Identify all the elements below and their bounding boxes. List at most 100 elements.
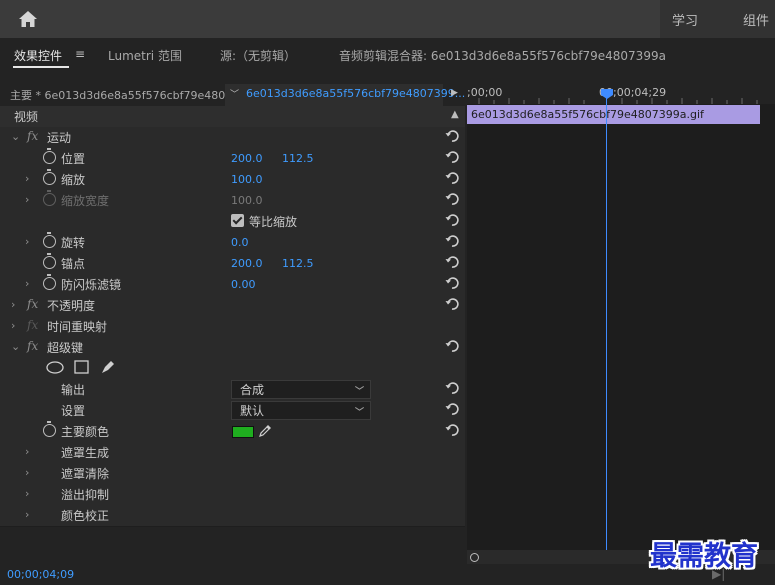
timeline-clip[interactable]: 6e013d3d6e8a55f576cbf79e4807399a.gif bbox=[467, 105, 760, 124]
effect-motion-label: 运动 bbox=[47, 131, 72, 145]
stopwatch-icon[interactable] bbox=[43, 274, 56, 290]
playhead-line[interactable] bbox=[606, 96, 607, 550]
setting-dropdown-value: 默认 bbox=[240, 404, 265, 418]
ruler-start-timecode: ;00;00 bbox=[467, 86, 503, 99]
chevron-right-icon[interactable]: › bbox=[25, 508, 35, 521]
param-scale-row: › 缩放 100.0 bbox=[0, 169, 465, 191]
chevron-down-icon[interactable]: ⌄ bbox=[11, 130, 21, 143]
key-color-swatch[interactable] bbox=[232, 426, 254, 438]
effect-opacity-row[interactable]: › fx 不透明度 bbox=[0, 295, 465, 317]
reset-icon[interactable] bbox=[445, 255, 459, 269]
effect-time-remap-row[interactable]: › fx 时间重映射 bbox=[0, 316, 465, 338]
chevron-right-icon[interactable]: › bbox=[25, 172, 35, 185]
reset-icon[interactable] bbox=[445, 402, 459, 416]
group-color-correction-row[interactable]: › 颜色校正 bbox=[0, 505, 465, 527]
stopwatch-icon[interactable] bbox=[43, 421, 56, 437]
group-spill-suppression-label: 溢出抑制 bbox=[61, 488, 110, 502]
position-y-value[interactable]: 112.5 bbox=[282, 152, 314, 165]
home-icon[interactable] bbox=[18, 10, 38, 28]
param-key-color-row: 主要颜色 bbox=[0, 421, 465, 443]
param-anchor-row: 锚点 200.0 112.5 bbox=[0, 253, 465, 275]
effect-motion-row[interactable]: ⌄ fx 运动 bbox=[0, 127, 465, 149]
rotation-value[interactable]: 0.0 bbox=[231, 236, 249, 249]
effect-ultra-key-row[interactable]: ⌄ fx 超级键 bbox=[0, 337, 465, 359]
reset-icon[interactable] bbox=[445, 381, 459, 395]
position-x-value[interactable]: 200.0 bbox=[231, 152, 263, 165]
tab-lumetri-scopes[interactable]: Lumetri 范围 bbox=[108, 47, 182, 64]
stopwatch-icon[interactable] bbox=[43, 253, 56, 269]
uniform-scale-label: 等比缩放 bbox=[249, 215, 298, 229]
chevron-right-icon[interactable]: › bbox=[25, 466, 35, 479]
group-spill-suppression-row[interactable]: › 溢出抑制 bbox=[0, 484, 465, 506]
reset-icon[interactable] bbox=[445, 339, 459, 353]
chevron-right-icon[interactable]: › bbox=[25, 445, 35, 458]
play-triangle-icon[interactable]: ▶ bbox=[451, 88, 458, 98]
workspace-assembly[interactable]: 组件 bbox=[743, 10, 769, 29]
param-rotation-label: 旋转 bbox=[61, 236, 86, 250]
param-setting-label: 设置 bbox=[61, 404, 86, 418]
current-timecode[interactable]: 00;00;04;09 bbox=[7, 568, 74, 581]
playhead-handle[interactable] bbox=[600, 88, 614, 100]
anchor-y-value[interactable]: 112.5 bbox=[282, 257, 314, 270]
chevron-right-icon[interactable]: › bbox=[25, 235, 35, 248]
group-matte-cleanup-row[interactable]: › 遮罩清除 bbox=[0, 463, 465, 485]
workspace-bar bbox=[0, 0, 775, 38]
setting-dropdown[interactable]: 默认 ﹀ bbox=[231, 401, 371, 420]
antiflicker-value[interactable]: 0.00 bbox=[231, 278, 256, 291]
timeline-clip-name: 6e013d3d6e8a55f576cbf79e4807399a.gif bbox=[471, 108, 704, 121]
fx-icon[interactable]: fx bbox=[27, 297, 38, 311]
ellipse-mask-icon[interactable] bbox=[46, 361, 64, 374]
reset-icon[interactable] bbox=[445, 423, 459, 437]
group-matte-generation-row[interactable]: › 遮罩生成 bbox=[0, 442, 465, 464]
active-tab-underline bbox=[13, 66, 69, 68]
chevron-right-icon[interactable]: › bbox=[11, 319, 21, 332]
reset-icon[interactable] bbox=[445, 129, 459, 143]
stopwatch-icon[interactable] bbox=[43, 232, 56, 248]
param-position-row: 位置 200.0 112.5 bbox=[0, 148, 465, 170]
master-clip-label[interactable]: 主要 * 6e013d3d6e8a55f576cbf79e4807... bbox=[10, 87, 243, 103]
param-scale-width-row: › 缩放宽度 100.0 bbox=[0, 190, 465, 212]
param-scale-label: 缩放 bbox=[61, 173, 86, 187]
tab-audio-clip-mixer[interactable]: 音频剪辑混合器: 6e013d3d6e8a55f576cbf79e4807399… bbox=[339, 47, 666, 64]
eyedropper-icon[interactable] bbox=[258, 423, 273, 438]
tab-effect-controls[interactable]: 效果控件 bbox=[14, 47, 62, 64]
reset-icon[interactable] bbox=[445, 213, 459, 227]
sequence-clip-selector[interactable]: 6e013d3d6e8a55f576cbf79e4807399... ﹀ bbox=[225, 84, 465, 106]
reset-icon[interactable] bbox=[445, 192, 459, 206]
chevron-right-icon[interactable]: › bbox=[25, 487, 35, 500]
pen-tool-icon[interactable] bbox=[100, 359, 116, 375]
chevron-right-icon[interactable]: › bbox=[25, 277, 35, 290]
anchor-x-value[interactable]: 200.0 bbox=[231, 257, 263, 270]
workspace-learn[interactable]: 学习 bbox=[672, 10, 698, 29]
group-color-correction-label: 颜色校正 bbox=[61, 509, 110, 523]
zoom-handle[interactable] bbox=[470, 553, 479, 562]
scale-value[interactable]: 100.0 bbox=[231, 173, 263, 186]
chevron-down-icon: ﹀ bbox=[354, 387, 364, 397]
stopwatch-icon[interactable] bbox=[43, 148, 56, 164]
stopwatch-icon[interactable] bbox=[43, 169, 56, 185]
video-section-header: 视频 ▲ bbox=[0, 106, 465, 128]
chevron-down-icon[interactable]: ⌄ bbox=[11, 340, 21, 353]
fx-icon[interactable]: fx bbox=[27, 339, 38, 353]
chevron-right-icon[interactable]: › bbox=[11, 298, 21, 311]
fx-icon[interactable]: fx bbox=[27, 129, 38, 143]
collapse-up-icon[interactable]: ▲ bbox=[451, 109, 459, 120]
effect-opacity-label: 不透明度 bbox=[47, 299, 96, 313]
reset-icon[interactable] bbox=[445, 150, 459, 164]
reset-icon[interactable] bbox=[445, 234, 459, 248]
sequence-clip-label: 6e013d3d6e8a55f576cbf79e4807399... bbox=[246, 87, 466, 100]
param-scale-width-label: 缩放宽度 bbox=[61, 194, 110, 208]
reset-icon[interactable] bbox=[445, 297, 459, 311]
rectangle-mask-icon[interactable] bbox=[74, 360, 89, 374]
reset-icon[interactable] bbox=[445, 171, 459, 185]
uniform-scale-checkbox[interactable] bbox=[231, 214, 244, 227]
tab-source[interactable]: 源:（无剪辑） bbox=[220, 47, 296, 64]
param-antiflicker-row: › 防闪烁滤镜 0.00 bbox=[0, 274, 465, 296]
output-dropdown-value: 合成 bbox=[240, 383, 265, 397]
panel-menu-icon[interactable]: ≡ bbox=[75, 47, 85, 61]
param-uniform-scale-row: 等比缩放 bbox=[0, 211, 465, 233]
reset-icon[interactable] bbox=[445, 276, 459, 290]
output-dropdown[interactable]: 合成 ﹀ bbox=[231, 380, 371, 399]
chevron-right-icon[interactable]: › bbox=[25, 193, 35, 206]
mini-timeline[interactable] bbox=[467, 84, 775, 550]
